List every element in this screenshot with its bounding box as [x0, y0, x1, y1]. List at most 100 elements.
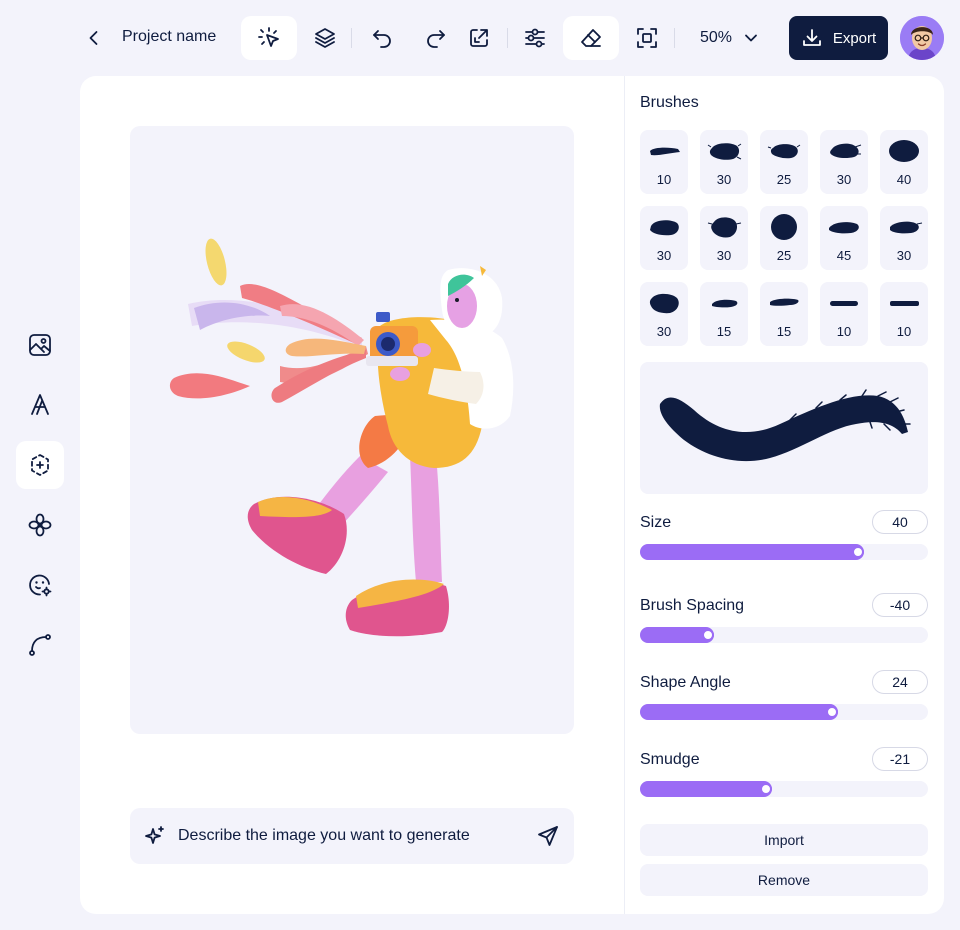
brush-option[interactable]: 30 [640, 282, 688, 346]
shape-angle-value[interactable]: 24 [872, 670, 928, 694]
top-bar: Project name 50% Export [0, 0, 960, 76]
download-icon [802, 29, 821, 46]
image-icon [29, 334, 51, 356]
brush-stroke-icon [767, 144, 801, 159]
smudge-value[interactable]: -21 [872, 747, 928, 771]
slider-knob[interactable] [826, 706, 838, 718]
toolbar-separator [351, 28, 352, 48]
brush-size: 15 [776, 324, 792, 339]
brush-stroke-icon [830, 143, 862, 159]
brush-option[interactable]: 45 [820, 206, 868, 270]
brush-option[interactable]: 25 [760, 206, 808, 270]
brush-option[interactable]: 30 [880, 206, 928, 270]
shape-angle-label: Shape Angle [640, 674, 731, 691]
brush-size: 45 [836, 248, 852, 263]
chevron-down-icon [745, 34, 757, 42]
flower-icon [28, 513, 52, 537]
slider-fill [640, 544, 864, 560]
size-slider[interactable] [640, 544, 928, 560]
brush-stroke-icon [830, 301, 858, 306]
brush-option[interactable]: 30 [820, 130, 868, 194]
brush-option[interactable]: 10 [640, 130, 688, 194]
brush-panel: Brushes 10 30 25 30 40 30 30 25 45 30 30… [640, 76, 928, 914]
slider-knob[interactable] [702, 629, 714, 641]
redo-icon [427, 30, 445, 48]
brush-option[interactable]: 30 [700, 206, 748, 270]
brush-stroke-icon [650, 220, 679, 236]
brush-size: 15 [716, 324, 732, 339]
brush-option[interactable]: 15 [760, 282, 808, 346]
shapes-select-icon [31, 454, 49, 476]
brush-option[interactable]: 40 [880, 130, 928, 194]
sidebar-item-shapes[interactable] [16, 441, 64, 489]
slider-knob[interactable] [760, 783, 772, 795]
slider-fill [640, 704, 838, 720]
sidebar-item-image[interactable] [16, 321, 64, 369]
brush-option[interactable]: 30 [640, 206, 688, 270]
image-canvas[interactable] [130, 126, 574, 734]
back-button[interactable] [80, 24, 108, 52]
brush-spacing-slider[interactable] [640, 627, 928, 643]
tool-undo-button[interactable] [360, 16, 404, 60]
zoom-level: 50% [699, 29, 733, 46]
smudge-label: Smudge [640, 751, 700, 768]
size-label: Size [640, 514, 672, 531]
brush-size: 30 [896, 248, 912, 263]
brush-stroke-icon [707, 217, 742, 238]
pen-path-icon [29, 634, 51, 656]
brush-size: 10 [896, 324, 912, 339]
user-avatar[interactable] [900, 16, 944, 60]
brush-option[interactable]: 10 [880, 282, 928, 346]
brush-stroke-icon [649, 293, 679, 314]
slider-knob[interactable] [852, 546, 864, 558]
brush-option[interactable]: 30 [700, 130, 748, 194]
tool-eraser-button[interactable] [563, 16, 619, 60]
brush-stroke-preview [659, 389, 911, 462]
send-icon[interactable] [536, 824, 560, 848]
zoom-select[interactable]: 50% [690, 18, 770, 58]
brush-stroke-icon [890, 301, 919, 306]
size-value[interactable]: 40 [872, 510, 928, 534]
chevron-left-icon [89, 31, 98, 45]
tool-layers-button[interactable] [303, 16, 347, 60]
tool-redo-button[interactable] [414, 16, 458, 60]
tool-select-ai-button[interactable] [241, 16, 297, 60]
brush-size: 30 [836, 172, 852, 187]
remove-button[interactable]: Remove [640, 864, 928, 896]
cursor-sparkle-icon [258, 27, 279, 47]
brush-option[interactable]: 25 [760, 130, 808, 194]
sidebar-item-path[interactable] [16, 621, 64, 669]
brushes-title: Brushes [640, 94, 699, 111]
toolbar-separator [507, 28, 508, 48]
brush-size: 25 [776, 172, 792, 187]
tool-crop-button[interactable] [625, 16, 669, 60]
project-title[interactable]: Project name [122, 28, 216, 46]
editor-card: Brushes 10 30 25 30 40 [80, 76, 944, 914]
brush-stroke-icon [889, 140, 919, 162]
brush-stroke-icon [712, 299, 738, 308]
brush-grid: 10 30 25 30 40 30 30 25 45 30 30 15 15 1… [640, 130, 928, 346]
prompt-input[interactable] [178, 827, 524, 845]
tool-resize-button[interactable] [457, 16, 501, 60]
brush-option[interactable]: 15 [700, 282, 748, 346]
brush-spacing-label: Brush Spacing [640, 597, 745, 614]
sidebar-item-elements[interactable] [16, 501, 64, 549]
layers-icon [315, 28, 335, 48]
sidebar-item-text[interactable] [16, 381, 64, 429]
brush-stroke-icon [650, 147, 680, 156]
import-button[interactable]: Import [640, 824, 928, 856]
brush-stroke-icon [770, 298, 799, 306]
brush-option[interactable]: 10 [820, 282, 868, 346]
character-illustration [169, 238, 514, 637]
slider-fill [640, 781, 772, 797]
smudge-slider[interactable] [640, 781, 928, 797]
sidebar-item-stickers[interactable] [16, 561, 64, 609]
brush-spacing-value[interactable]: -40 [872, 593, 928, 617]
brush-size: 25 [776, 248, 792, 263]
sparkle-icon [145, 826, 164, 844]
tool-adjust-button[interactable] [513, 16, 557, 60]
export-button[interactable]: Export [789, 16, 888, 60]
brush-size: 30 [656, 324, 672, 339]
shape-angle-slider[interactable] [640, 704, 928, 720]
brush-stroke-icon [829, 222, 859, 234]
